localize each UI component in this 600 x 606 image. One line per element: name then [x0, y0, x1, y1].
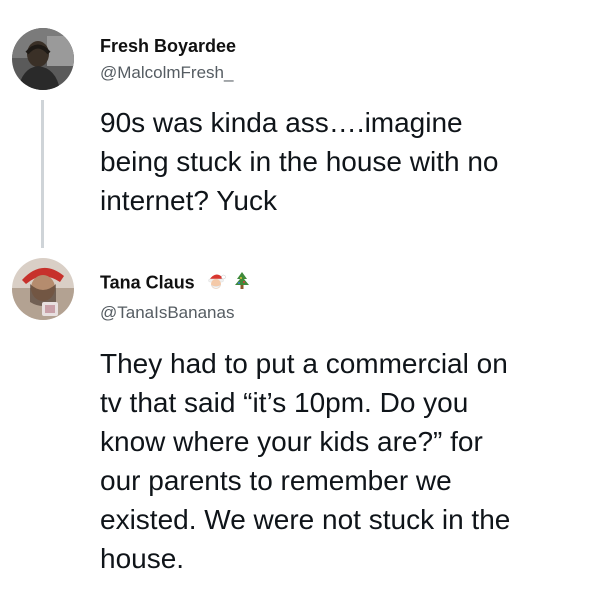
thread-connector-line [41, 100, 44, 248]
user-avatar-image [12, 258, 74, 320]
tweet-1: Fresh Boyardee @MalcolmFresh_ 90s was ki… [0, 0, 600, 250]
display-name[interactable]: Tana Claus [100, 271, 251, 296]
tweet-2: Tana Claus @TanaIsBananas They had to pu… [0, 250, 600, 606]
user-handle[interactable]: @MalcolmFresh_ [100, 63, 233, 83]
tweet-text: 90s was kinda ass….imagine being stuck i… [100, 107, 499, 216]
santa-face-icon [206, 271, 226, 296]
display-name[interactable]: Fresh Boyardee [100, 36, 236, 57]
user-avatar-image [12, 28, 74, 90]
avatar-fresh-boyardee[interactable] [12, 28, 74, 90]
avatar-tana-claus[interactable] [12, 258, 74, 320]
user-handle[interactable]: @TanaIsBananas [100, 303, 234, 323]
christmas-tree-icon [233, 271, 251, 296]
tweet-text: They had to put a commercial on tv that … [100, 348, 511, 574]
display-name-text: Tana Claus [100, 272, 195, 293]
